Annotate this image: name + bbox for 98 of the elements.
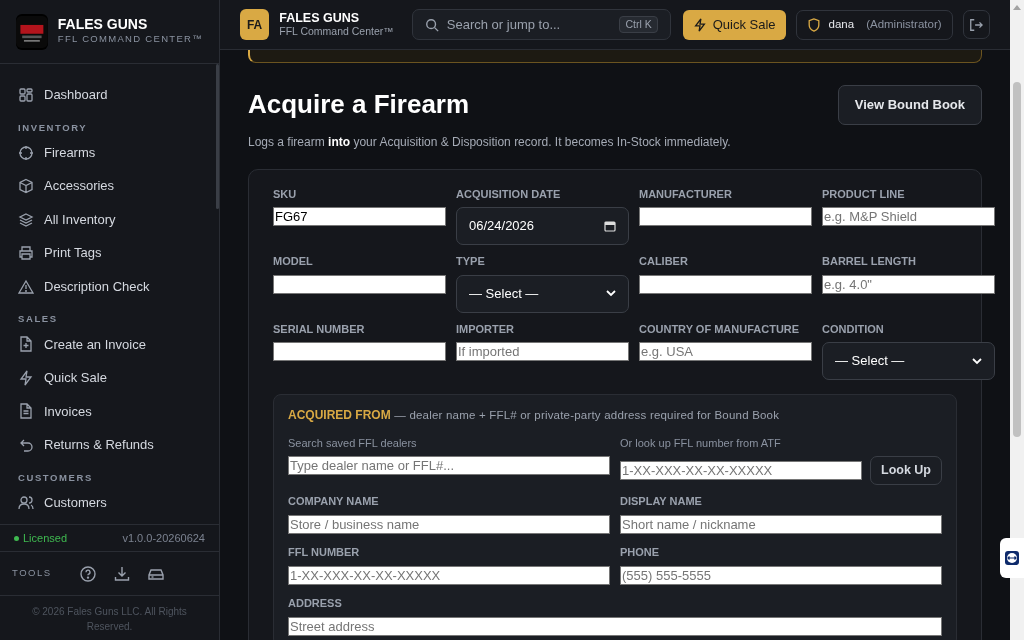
sidebar-item[interactable]: Accessories [10, 169, 123, 203]
warning-icon [18, 278, 34, 295]
date-field[interactable]: 06/24/2026 [456, 207, 629, 245]
logo [16, 13, 48, 50]
quick-sale-button[interactable]: Quick Sale [682, 9, 786, 40]
version-text: v1.0.0-20260624 [122, 530, 205, 546]
search-field[interactable]: Search or jump to... Ctrl K [411, 9, 671, 40]
field-label: CONDITION [822, 321, 885, 337]
scroll-thumb[interactable] [1013, 82, 1021, 437]
field-label: FFL NUMBER [288, 545, 361, 560]
select-field[interactable]: — Select — [822, 342, 995, 380]
field-label: PRODUCT LINE [822, 186, 906, 202]
text-field[interactable]: e.g. USA [639, 342, 812, 362]
user-menu[interactable]: dana (Administrator) [795, 9, 953, 40]
text-field[interactable]: Short name / nickname [620, 514, 942, 534]
text-field[interactable] [639, 207, 812, 227]
ffl-lookup-field[interactable]: 1-XX-XXX-XX-XX-XXXXX [620, 461, 862, 480]
shield-icon [806, 17, 821, 32]
users-icon [18, 494, 34, 511]
bolt-icon [18, 369, 34, 386]
sidebar-item[interactable]: Dashboard [10, 78, 116, 112]
sidebar-item[interactable]: Returns & Refunds [10, 428, 162, 462]
sidebar-item[interactable]: Quick Sale [10, 361, 115, 395]
section-note: — dealer name + FFL# or private-party address required for Bound Book [394, 409, 780, 421]
scrollbar[interactable] [1010, 0, 1024, 640]
text-field[interactable]: FG67 [273, 207, 446, 227]
field-label: BARREL LENGTH [822, 254, 917, 269]
field-label: COMPANY NAME [288, 494, 380, 509]
look-up-button[interactable]: Look Up [870, 456, 942, 485]
field-label: ADDRESS [288, 596, 343, 611]
sidebar-item[interactable]: Create an Invoice [10, 327, 154, 361]
field-label: PHONE [620, 545, 661, 560]
field-label: TYPE [456, 254, 486, 269]
view-bound-book-button[interactable]: View Bound Book [837, 85, 982, 125]
field-label: MANUFACTURER [639, 186, 733, 202]
sidebar-item[interactable]: Customers [10, 485, 115, 520]
sidebar-item[interactable]: All Inventory [10, 202, 124, 237]
brand-title: FALES GUNS [57, 16, 149, 33]
text-field[interactable] [273, 274, 446, 294]
section-heading: INVENTORY [17, 120, 89, 135]
box-icon [18, 178, 34, 194]
field-label: Or look up FFL number from ATF [620, 435, 782, 451]
text-field[interactable] [639, 274, 812, 294]
text-field[interactable]: Store / business name [288, 514, 610, 534]
chevron-icon [606, 290, 616, 297]
logout-button[interactable] [962, 10, 990, 39]
layers-icon [18, 211, 34, 228]
chevron-icon [972, 357, 982, 365]
select-field[interactable]: — Select — [456, 274, 629, 313]
license-status: Licensed [14, 529, 68, 547]
download-icon[interactable] [113, 565, 130, 582]
section-title: ACQUIRED FROM [288, 408, 391, 422]
text-field[interactable]: If imported [456, 342, 629, 362]
bolt-icon [692, 17, 707, 32]
grid-icon [18, 86, 34, 103]
section-heading: SALES [17, 312, 59, 327]
tools-label: TOOLS [12, 566, 52, 581]
field-label: IMPORTER [456, 321, 516, 337]
avatar: FA [240, 9, 270, 40]
field-label: DISPLAY NAME [620, 494, 703, 509]
brand-subtitle: FFL COMMAND CENTER™ [57, 32, 203, 47]
sidebar-item[interactable]: Description Check [10, 269, 158, 304]
sidebar-item[interactable]: Firearms [10, 135, 104, 170]
field-label: SKU [273, 186, 298, 202]
dealer-search-field[interactable]: Type dealer name or FFL#... [288, 456, 610, 476]
page-title: Acquire a Firearm [248, 89, 470, 121]
arrows-icon [1004, 550, 1020, 566]
field-label: COUNTRY OF MANUFACTURE [639, 321, 801, 337]
text-field[interactable]: (555) 555-5555 [620, 565, 942, 585]
logout-icon [969, 17, 984, 32]
printer-icon [18, 245, 34, 261]
document-icon [18, 403, 34, 420]
sidebar-item[interactable]: Print Tags [10, 236, 110, 270]
text-field[interactable]: e.g. 4.0" [822, 274, 995, 294]
brand-subtitle: FFL Command Center™ [279, 25, 394, 38]
search-icon [424, 17, 439, 32]
field-label: Search saved FFL dealers [288, 435, 418, 451]
brand-title: FALES GUNS [279, 11, 361, 26]
side-tab[interactable] [1000, 538, 1024, 578]
help-icon[interactable] [79, 565, 96, 582]
text-field[interactable]: 1-XX-XXX-XX-XX-XXXXX [288, 565, 610, 585]
text-field[interactable] [273, 342, 446, 362]
text-field[interactable]: e.g. M&P Shield [822, 207, 995, 227]
sidebar-item[interactable]: Invoices [10, 394, 100, 428]
address-field[interactable]: Street address [288, 616, 942, 636]
scrollbar[interactable] [216, 64, 219, 209]
copyright-text: © 2026 Fales Guns LLC. All Rights Reserved. [31, 605, 188, 634]
calendar-icon[interactable] [604, 220, 616, 232]
intro-text: Logs a firearm into your Acquisition & Disposition record. It becomes In-Stock immediately. [248, 133, 732, 151]
file-plus-icon [18, 336, 34, 353]
field-label: CALIBER [639, 254, 689, 269]
section-heading: CUSTOMERS [17, 470, 94, 485]
field-label: MODEL [273, 254, 314, 269]
field-label: ACQUISITION DATE [456, 186, 562, 202]
field-label: SERIAL NUMBER [273, 321, 366, 337]
shortcut-hint: Ctrl K [619, 15, 658, 34]
search-placeholder: Search or jump to... [446, 15, 561, 34]
crosshair-icon [18, 144, 34, 161]
